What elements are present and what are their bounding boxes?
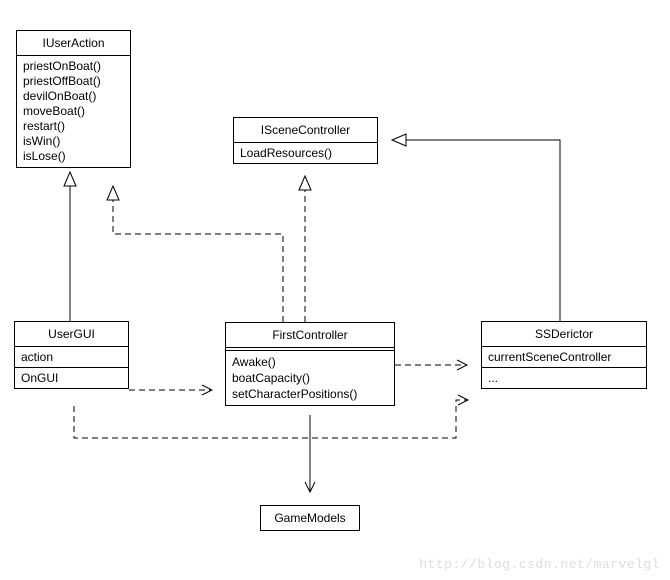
class-title: GameModels — [261, 506, 359, 530]
class-ops: ... — [482, 368, 646, 388]
class-title: ISceneController — [234, 118, 377, 143]
edge-ssderictor-iscenecontroller — [392, 140, 560, 321]
class-ssderictor: SSDerictor currentSceneController ... — [481, 321, 647, 389]
method: priestOnBoat() — [23, 59, 124, 74]
method: Awake() — [232, 354, 388, 370]
class-ops: OnGUI — [15, 368, 128, 388]
method: LoadResources() — [240, 146, 371, 160]
class-title: FirstController — [226, 323, 394, 348]
class-attrs: currentSceneController — [482, 347, 646, 368]
method: setCharacterPositions() — [232, 386, 388, 402]
class-iuseraction: IUserAction priestOnBoat() priestOffBoat… — [16, 30, 131, 168]
method: restart() — [23, 119, 124, 134]
class-attrs: action — [15, 347, 128, 368]
op: OnGUI — [21, 371, 122, 385]
class-firstcontroller: FirstController Awake() boatCapacity() s… — [225, 322, 395, 406]
attr: currentSceneController — [488, 350, 640, 364]
class-usergui: UserGUI action OnGUI — [14, 321, 129, 389]
class-gamemodels: GameModels — [260, 505, 360, 531]
method: moveBoat() — [23, 104, 124, 119]
method: isWin() — [23, 134, 124, 149]
method: priestOffBoat() — [23, 74, 124, 89]
watermark: http://blog.csdn.net/marvelgl — [419, 557, 660, 572]
attr: action — [21, 350, 122, 364]
class-iscenecontroller: ISceneController LoadResources() — [233, 117, 378, 164]
class-title: SSDerictor — [482, 322, 646, 347]
method: isLose() — [23, 149, 124, 164]
class-title: UserGUI — [15, 322, 128, 347]
method: boatCapacity() — [232, 370, 388, 386]
class-methods: priestOnBoat() priestOffBoat() devilOnBo… — [17, 56, 130, 167]
class-methods: Awake() boatCapacity() setCharacterPosit… — [226, 351, 394, 405]
class-methods: LoadResources() — [234, 143, 377, 163]
method: devilOnBoat() — [23, 89, 124, 104]
class-title: IUserAction — [17, 31, 130, 56]
op: ... — [488, 371, 640, 385]
edge-firstcontroller-iuseraction — [113, 186, 283, 322]
